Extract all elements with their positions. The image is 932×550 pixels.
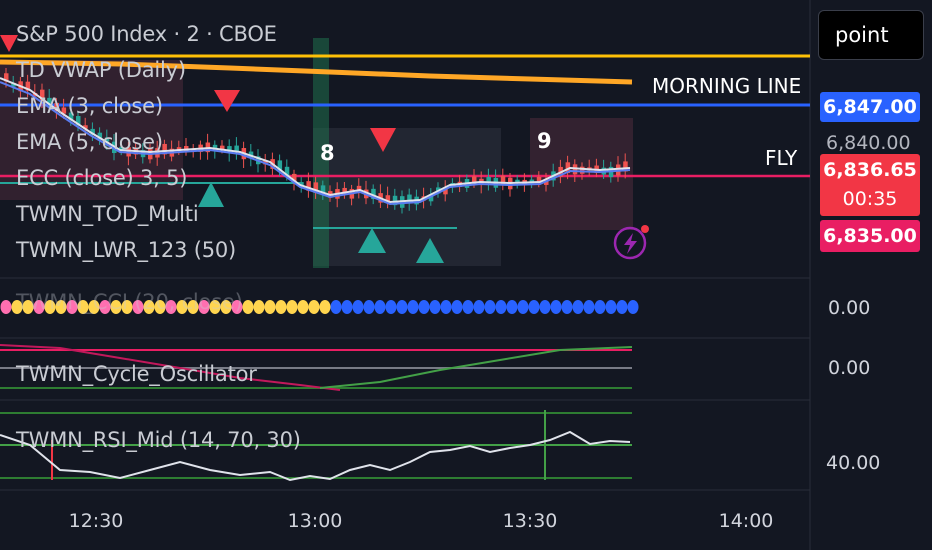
signal-dot	[528, 300, 540, 314]
legend-cycle-oscillator[interactable]: TWMN_Cycle_Oscillator	[16, 362, 257, 386]
legend-tod-multi[interactable]: TWMN_TOD_Multi	[16, 202, 199, 226]
symbol-title[interactable]: S&P 500 Index · 2 · CBOE	[16, 22, 277, 46]
signal-dot	[616, 300, 628, 314]
signal-dot	[242, 300, 254, 314]
signal-dot	[319, 300, 331, 314]
time-label-1330: 13:30	[502, 510, 558, 532]
count-zone-8	[313, 128, 501, 266]
signal-dot	[605, 300, 617, 314]
last-price-label[interactable]: 6,836.65 00:35	[820, 154, 920, 216]
signal-dot	[627, 300, 639, 314]
signal-dot	[308, 300, 320, 314]
time-label-1300: 13:00	[287, 510, 343, 532]
signal-dot	[594, 300, 606, 314]
signal-dot	[407, 300, 419, 314]
legend-vwap[interactable]: TD VWAP (Daily)	[16, 58, 186, 82]
signal-dot	[440, 300, 452, 314]
signal-dot	[341, 300, 353, 314]
signal-dot	[572, 300, 584, 314]
signal-dot	[561, 300, 573, 314]
signal-dot	[451, 300, 463, 314]
lower-level-label[interactable]: 6,835.00	[820, 220, 920, 252]
signal-dot	[550, 300, 562, 314]
sell-signal-icon	[214, 90, 240, 112]
count-9-label: 9	[537, 129, 552, 153]
signal-dot	[363, 300, 375, 314]
legend-ecc[interactable]: ECC (close) 3, 5)	[16, 166, 187, 190]
legend-rsi-mid[interactable]: TWMN_RSI_Mid (14, 70, 30)	[16, 428, 301, 452]
count-8-label: 8	[320, 141, 335, 165]
dots-pane-value: 0.00	[828, 297, 871, 319]
signal-dot	[253, 300, 265, 314]
rsi-pane-value: 40.00	[826, 452, 881, 474]
signal-dot	[539, 300, 551, 314]
legend-ema-3[interactable]: EMA (3, close)	[16, 94, 163, 118]
signal-dot	[418, 300, 430, 314]
point-button[interactable]: point	[818, 10, 924, 60]
signal-dot	[517, 300, 529, 314]
signal-dot	[352, 300, 364, 314]
legend-ema-5[interactable]: EMA (5, close)	[16, 130, 163, 154]
signal-dot	[330, 300, 342, 314]
cycle-pane-value: 0.00	[828, 357, 871, 379]
signal-dot	[385, 300, 397, 314]
signal-dot	[506, 300, 518, 314]
signal-dot	[286, 300, 298, 314]
signal-dot	[275, 300, 287, 314]
signal-dot	[396, 300, 408, 314]
signal-dot	[264, 300, 276, 314]
signal-dot	[0, 300, 12, 314]
candle	[486, 176, 491, 182]
signal-dot	[473, 300, 485, 314]
countdown-timer: 00:35	[842, 188, 898, 210]
last-price-value: 6,836.65	[823, 159, 917, 181]
current-price-label[interactable]: 6,847.00	[820, 92, 920, 122]
legend-lwr-123[interactable]: TWMN_LWR_123 (50)	[16, 238, 236, 262]
legend-dots[interactable]: TWMN_CCI (20, close)	[16, 290, 243, 314]
time-label-1230: 12:30	[68, 510, 124, 532]
price-level-upper: 6,840.00	[826, 132, 911, 154]
signal-dot	[462, 300, 474, 314]
fly-label: FLY	[765, 146, 798, 170]
signal-dot	[429, 300, 441, 314]
morning-line-label: MORNING LINE	[652, 74, 802, 98]
signal-dot	[374, 300, 386, 314]
signal-dot	[583, 300, 595, 314]
signal-dot	[297, 300, 309, 314]
signal-dot	[484, 300, 496, 314]
time-label-1400: 14:00	[718, 510, 774, 532]
signal-dot	[495, 300, 507, 314]
buy-signal-icon	[198, 182, 224, 207]
